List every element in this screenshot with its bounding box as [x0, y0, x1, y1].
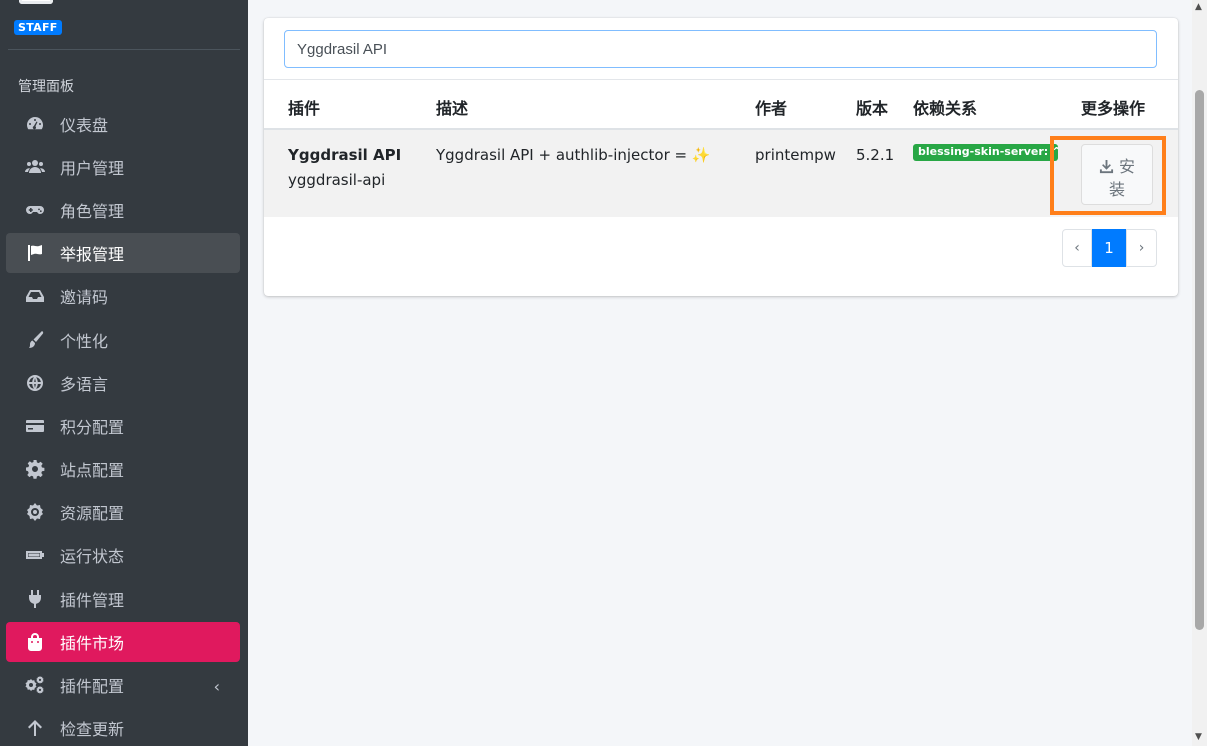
paint-brush-icon [24, 329, 46, 351]
main-content: 插件 描述 作者 版本 依赖关系 更多操作 Yggdrasil API yggd… [248, 0, 1192, 746]
credit-card-icon [24, 415, 46, 437]
plugin-description: Yggdrasil API + authlib-injector = ✨ [436, 146, 711, 164]
battery-icon [24, 544, 46, 566]
sidebar-item-score[interactable]: 积分配置 [6, 406, 240, 446]
scroll-up-icon[interactable]: ▲ [1195, 2, 1202, 12]
plugin-version: 5.2.1 [856, 146, 895, 164]
scroll-down-icon[interactable]: ▼ [1195, 732, 1202, 742]
sidebar-item-label: 插件管理 [60, 591, 125, 610]
cogs-icon [24, 674, 46, 696]
sidebar-item-label: 运行状态 [60, 547, 125, 566]
dependency-badge: blessing-skin-server: ^6 [913, 144, 1058, 161]
column-header-plugin: 插件 [288, 99, 321, 118]
table-header: 插件 描述 作者 版本 依赖关系 更多操作 [264, 80, 1178, 130]
sidebar-divider [8, 49, 240, 50]
sidebar-item-plugins-market[interactable]: 插件市场 [6, 622, 240, 662]
plug-icon [24, 588, 46, 610]
gamepad-icon [24, 199, 46, 221]
column-header-description: 描述 [436, 99, 469, 118]
sidebar-item-update[interactable]: 检查更新 [6, 708, 240, 746]
sidebar-item-invitation-codes[interactable]: 邀请码 [6, 276, 240, 316]
globe-icon [24, 372, 46, 394]
gear-icon [24, 458, 46, 480]
plugin-id: yggdrasil-api [288, 171, 386, 189]
column-header-dependencies: 依赖关系 [913, 99, 978, 118]
market-card: 插件 描述 作者 版本 依赖关系 更多操作 Yggdrasil API yggd… [264, 18, 1178, 296]
sidebar-item-label: 用户管理 [60, 159, 125, 178]
sidebar-item-plugins-config[interactable]: 插件配置 ‹ [6, 665, 240, 705]
page-scrollbar[interactable]: ▲ ▼ [1192, 0, 1207, 746]
flag-icon [24, 242, 46, 264]
plugin-author: printempw [755, 146, 836, 164]
sidebar-item-i18n[interactable]: 多语言 [6, 363, 240, 403]
sidebar-item-label: 多语言 [60, 375, 109, 394]
scrollbar-thumb[interactable] [1195, 90, 1204, 630]
pagination: ‹ 1 › [1062, 229, 1157, 267]
sidebar-item-label: 插件市场 [60, 634, 125, 653]
plugin-title: Yggdrasil API [288, 146, 402, 164]
sidebar-item-label: 插件配置 [60, 677, 125, 696]
download-icon [1099, 159, 1113, 174]
sidebar-item-dashboard[interactable]: 仪表盘 [6, 104, 240, 144]
pagination-prev[interactable]: ‹ [1062, 229, 1092, 267]
sidebar-item-label: 邀请码 [60, 288, 109, 307]
install-label-line1: 安 [1119, 157, 1136, 176]
sidebar-item-status[interactable]: 运行状态 [6, 535, 240, 575]
plugin-description-text: Yggdrasil API + authlib-injector = [436, 146, 692, 164]
card-header [264, 18, 1178, 80]
nav-header: 管理面板 [18, 79, 74, 95]
chevron-left-icon: ‹ [213, 677, 220, 696]
sidebar-item-customize[interactable]: 个性化 [6, 320, 240, 360]
table-row: Yggdrasil API yggdrasil-api Yggdrasil AP… [264, 130, 1178, 217]
sidebar-item-users[interactable]: 用户管理 [6, 147, 240, 187]
sidebar-item-label: 站点配置 [60, 461, 125, 480]
arrow-up-icon [24, 717, 46, 739]
inbox-icon [24, 285, 46, 307]
sidebar-item-plugins-manage[interactable]: 插件管理 [6, 579, 240, 619]
pagination-next[interactable]: › [1126, 229, 1157, 267]
sidebar-item-label: 检查更新 [60, 720, 125, 739]
sidebar-item-options[interactable]: 站点配置 [6, 449, 240, 489]
dashboard-icon [24, 113, 46, 135]
users-icon [24, 156, 46, 178]
sidebar-item-label: 个性化 [60, 332, 109, 351]
staff-badge: STAFF [14, 20, 62, 35]
sidebar-item-label: 举报管理 [60, 245, 125, 264]
pagination-page[interactable]: 1 [1092, 229, 1126, 267]
sidebar: STAFF 管理面板 仪表盘 用户管理 角色管理 举报管理 邀请码 个性化 多语… [0, 0, 248, 746]
sidebar-item-players[interactable]: 角色管理 [6, 190, 240, 230]
sidebar-item-resource[interactable]: 资源配置 [6, 492, 240, 532]
sidebar-item-reports[interactable]: 举报管理 [6, 233, 240, 273]
column-header-author: 作者 [755, 99, 788, 118]
shopping-bag-icon [24, 631, 46, 653]
column-header-version: 版本 [856, 99, 889, 118]
sidebar-item-label: 角色管理 [60, 202, 125, 221]
search-input[interactable] [284, 30, 1157, 68]
sidebar-item-label: 仪表盘 [60, 116, 109, 135]
site-logo [19, 0, 53, 4]
column-header-actions: 更多操作 [1081, 99, 1146, 118]
brand[interactable]: STAFF [0, 0, 248, 50]
install-button[interactable]: 安 装 [1081, 144, 1153, 205]
sidebar-item-label: 资源配置 [60, 504, 125, 523]
cog-icon [24, 501, 46, 523]
sidebar-item-label: 积分配置 [60, 418, 125, 437]
install-label-line2: 装 [1108, 180, 1125, 199]
sparkles-icon: ✨ [691, 146, 711, 164]
